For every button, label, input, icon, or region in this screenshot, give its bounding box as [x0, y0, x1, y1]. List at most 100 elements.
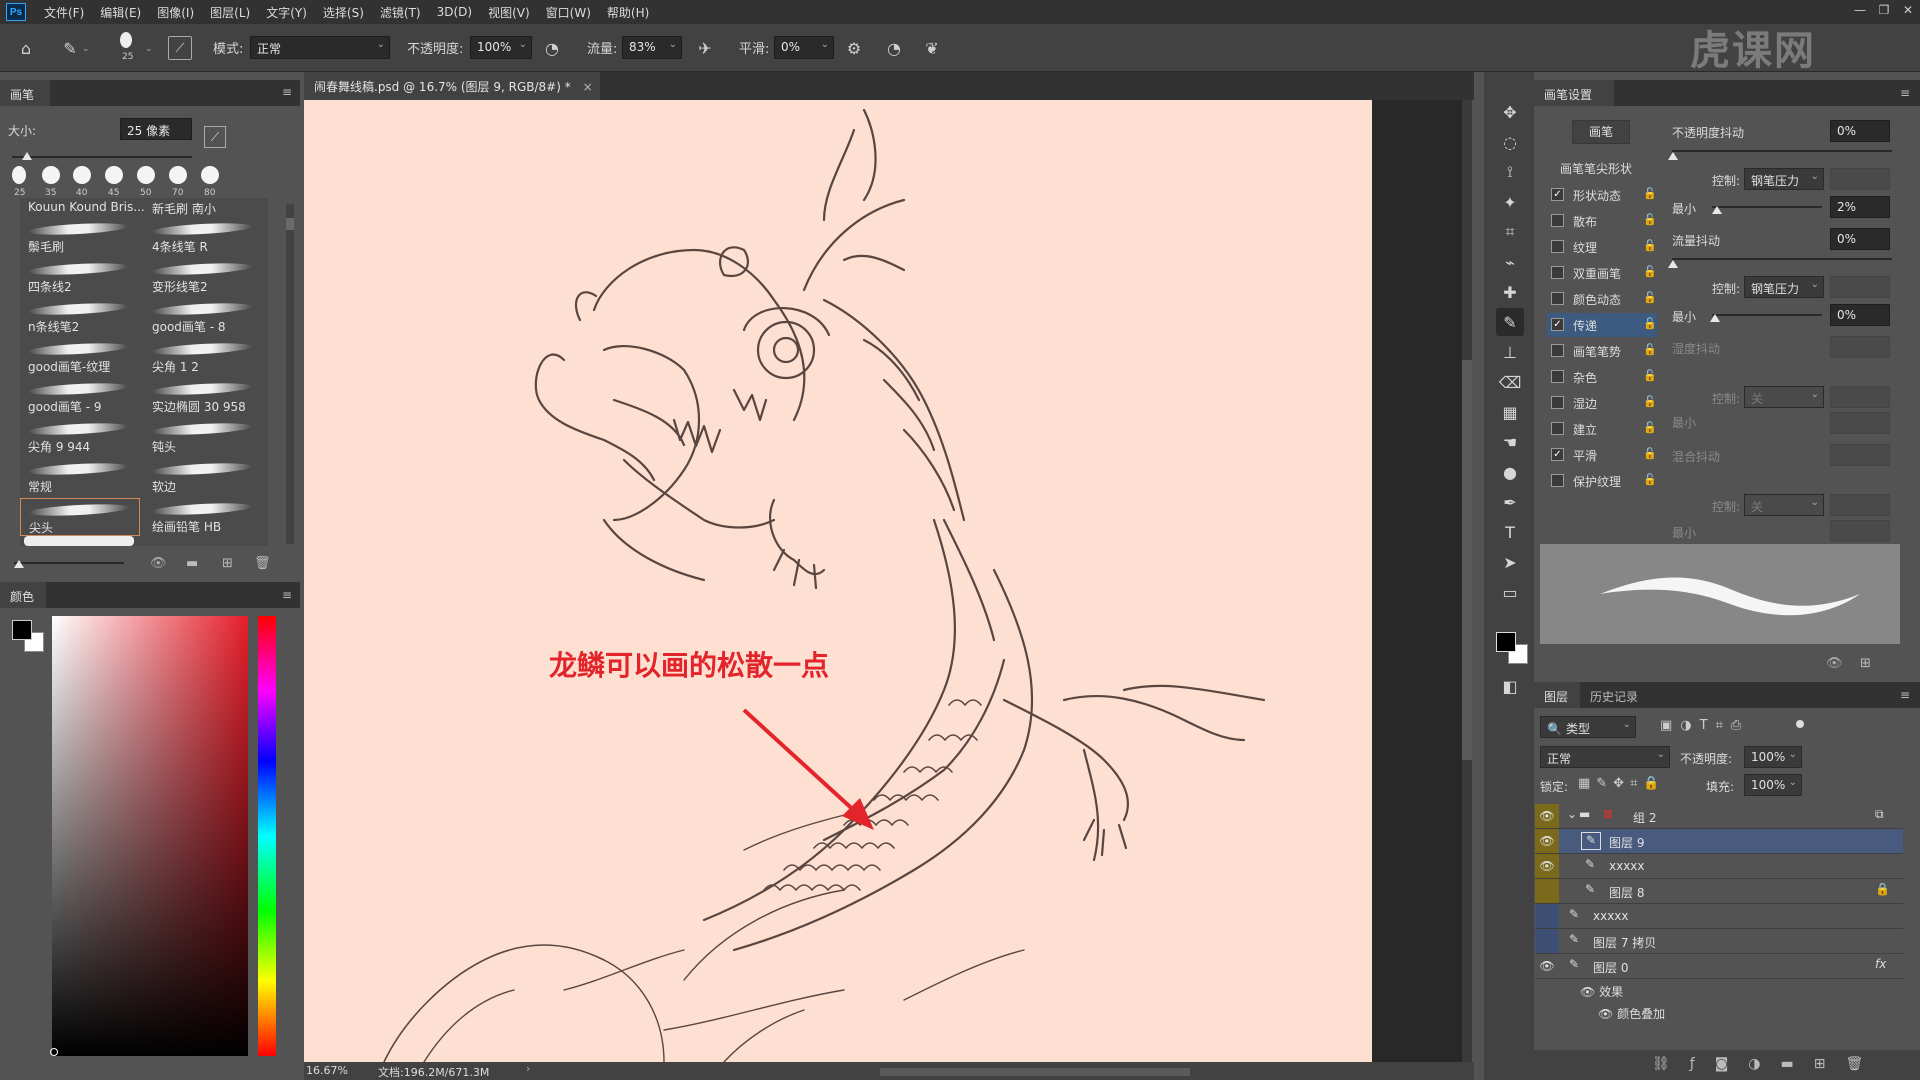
eye-icon[interactable]: 👁 [1535, 804, 1559, 828]
flow-jitter-knob[interactable] [1668, 260, 1678, 268]
menu-view[interactable]: 视图(V) [480, 4, 538, 21]
smudge-tool-icon[interactable]: ☚ [1496, 428, 1524, 456]
brush-tip-preset[interactable] [42, 166, 60, 184]
noise-option[interactable]: 杂色 🔓 [1547, 365, 1657, 389]
canvas-artboard[interactable]: 龙鳞可以画的松散一点 [304, 100, 1372, 1062]
close-tab-icon[interactable]: × [583, 80, 593, 94]
lasso-tool-icon[interactable]: ◌ [1496, 128, 1524, 156]
brush-tool-icon[interactable]: ✎ [58, 36, 82, 60]
path-select-tool-icon[interactable]: ➤ [1496, 548, 1524, 576]
size-slider-knob[interactable] [22, 152, 32, 160]
brushes-button[interactable]: 画笔 [1572, 120, 1630, 144]
eraser-tool-icon[interactable]: ⌫ [1496, 368, 1524, 396]
brush-preset-item[interactable]: n条线笔2 [20, 298, 140, 336]
chevron-down-icon[interactable]: ⌄ [82, 44, 90, 54]
color-saturation-field[interactable] [52, 616, 248, 1056]
brush-preset-list[interactable]: Kouun Kound Bris... 鬃毛刷 四条线2 n条线笔2 good画… [20, 198, 268, 546]
layer-row-selected[interactable]: 👁 ✎ 图层 9 [1535, 829, 1903, 854]
flow-min-field[interactable]: 0% [1830, 304, 1890, 326]
restore-icon[interactable]: ❐ [1872, 0, 1896, 20]
eye-hidden-slot[interactable] [1535, 879, 1559, 903]
menu-type[interactable]: 文字(Y) [258, 4, 315, 21]
brush-panel-toggle-icon[interactable]: ⟋ [168, 36, 192, 60]
eye-hidden-slot[interactable] [1535, 904, 1559, 928]
new-brush-icon[interactable]: ⊞ [222, 556, 233, 571]
opacity-jitter-slider[interactable] [1672, 150, 1892, 152]
symmetry-butterfly-icon[interactable]: ❦ [920, 36, 944, 60]
rectangle-tool-icon[interactable]: ▭ [1496, 578, 1524, 606]
filter-toggle-icon[interactable] [1796, 720, 1804, 728]
airbrush-icon[interactable]: ✈ [693, 36, 717, 60]
menu-window[interactable]: 窗口(W) [538, 4, 599, 21]
color-panel-tab[interactable]: 颜色 [0, 582, 46, 608]
menu-select[interactable]: 选择(S) [315, 4, 372, 21]
gradient-tool-icon[interactable]: ▦ [1496, 398, 1524, 426]
layer-filter-icons[interactable]: ▣◑T⌗⎙ [1660, 718, 1749, 733]
lock-icons[interactable]: ▦✎✥⌗🔒 [1578, 776, 1666, 791]
fx-badge[interactable]: fx [1875, 957, 1886, 971]
opacity-min-slider[interactable] [1712, 206, 1822, 208]
tab-layers[interactable]: 图层 [1534, 682, 1580, 708]
brush-preset-item[interactable]: 尖角 9 944 [20, 418, 140, 456]
layer-fill-field[interactable]: 100% ⌄ [1744, 774, 1802, 796]
brush-preset-item[interactable]: good画笔-纹理 [20, 338, 140, 376]
canvas-vertical-scrollbar[interactable] [1462, 100, 1472, 1062]
pen-tool-icon[interactable]: ✒ [1496, 488, 1524, 516]
eye-icon[interactable]: 👁 [1580, 985, 1599, 999]
color-dynamics-option[interactable]: 颜色动态 🔓 [1547, 287, 1657, 311]
gear-icon[interactable]: ⚙ [842, 36, 866, 60]
brush-preset-item[interactable]: good画笔 - 8 [144, 298, 264, 336]
opacity-min-field[interactable]: 2% [1830, 196, 1890, 218]
brush-settings-tab[interactable]: 画笔设置 [1534, 80, 1614, 106]
type-tool-icon[interactable]: T [1496, 518, 1524, 546]
size-field[interactable]: 25 像素 [120, 118, 192, 140]
effects-row[interactable]: 👁 效果 [1580, 983, 1623, 1000]
panel-menu-icon[interactable]: ≡ [1900, 688, 1910, 702]
wet-edges-option[interactable]: 湿边 🔓 [1547, 391, 1657, 415]
layers-footer-icons[interactable]: ⛓ƒ◙◑▬⊞🗑 [1652, 1056, 1883, 1072]
menu-layer[interactable]: 图层(L) [202, 4, 258, 21]
brush-preset-item[interactable]: 实边椭圆 30 958 [144, 378, 264, 416]
eye-toggle-icon[interactable]: 👁 [1826, 656, 1843, 671]
move-tool-icon[interactable]: ✥ [1496, 98, 1524, 126]
menu-image[interactable]: 图像(I) [149, 4, 202, 21]
layer-row[interactable]: 👁 ✎ 图层 0 fx [1535, 954, 1903, 979]
brush-tip-preset[interactable] [73, 166, 91, 184]
brush-preset-item[interactable]: 四条线2 [20, 258, 140, 296]
flow-field[interactable]: 83% ⌄ [622, 36, 682, 59]
color-picker-cursor[interactable] [50, 1048, 58, 1056]
brush-preset-item[interactable]: 钝头 [144, 418, 264, 456]
shape-dynamics-option[interactable]: ✓ 形状动态 🔓 [1547, 183, 1657, 207]
menu-3d[interactable]: 3D(D) [429, 5, 480, 19]
magic-wand-tool-icon[interactable]: ✦ [1496, 188, 1524, 216]
crop-tool-icon[interactable]: ⌗ [1496, 218, 1524, 246]
brush-preset-item[interactable]: 绘画铅笔 HB [144, 498, 264, 536]
hue-slider[interactable] [258, 616, 276, 1056]
brush-preset-item[interactable]: 软边 [144, 458, 264, 496]
flow-min-slider[interactable] [1712, 314, 1822, 316]
menu-help[interactable]: 帮助(H) [599, 4, 657, 21]
menu-file[interactable]: 文件(F) [36, 4, 92, 21]
stamp-tool-icon[interactable]: ⊥ [1496, 338, 1524, 366]
flow-control-select[interactable]: 钢笔压力 ⌄ [1744, 276, 1824, 298]
quick-mask-icon[interactable]: ◧ [1496, 672, 1524, 700]
layer-row[interactable]: ✎ 图层 7 拷贝 [1535, 929, 1903, 954]
chevron-right-icon[interactable]: › [526, 1062, 530, 1075]
panel-menu-icon[interactable]: ≡ [282, 588, 292, 602]
brush-tip-preset[interactable] [201, 166, 219, 184]
pressure-size-icon[interactable]: ◔ [882, 36, 906, 60]
brush-tip-preset[interactable] [137, 166, 155, 184]
eye-toggle-icon[interactable]: 👁 [150, 556, 167, 571]
eye-hidden-slot[interactable] [1535, 929, 1559, 953]
size-slider[interactable] [12, 156, 192, 158]
opacity-jitter-knob[interactable] [1668, 152, 1678, 160]
eye-icon[interactable]: 👁 [1598, 1007, 1617, 1021]
smooth-field[interactable]: 0% ⌄ [774, 36, 834, 59]
color-overlay-row[interactable]: 👁 颜色叠加 [1598, 1005, 1665, 1022]
brush-preset-item-selected[interactable]: 尖头 [20, 498, 140, 536]
flow-jitter-slider[interactable] [1672, 258, 1892, 260]
brush-tip-preset[interactable] [105, 166, 123, 184]
layer-row[interactable]: 👁 ✎ xxxxx [1535, 854, 1903, 879]
build-up-option[interactable]: 建立 🔓 [1547, 417, 1657, 441]
texture-option[interactable]: 纹理 🔓 [1547, 235, 1657, 259]
